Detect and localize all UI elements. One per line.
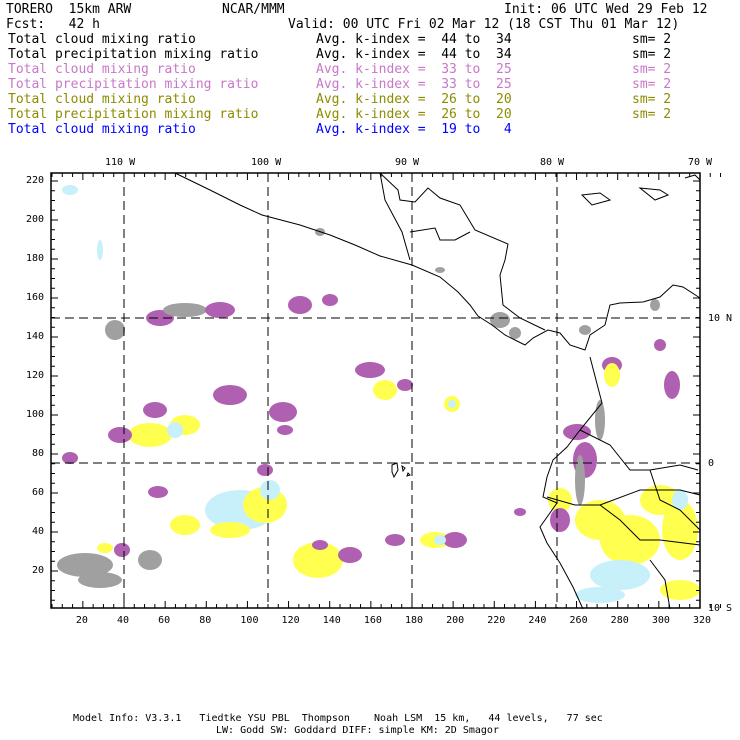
purple-cloud-blob xyxy=(205,302,235,318)
gray-cloud-blob xyxy=(138,550,162,570)
x-tick-label: 160 xyxy=(363,615,382,626)
gray-cloud-blob xyxy=(105,320,125,340)
y-tick-label: 140 xyxy=(26,331,45,342)
y-tick-label: 80 xyxy=(32,448,45,459)
yellow-cloud-blob xyxy=(604,363,620,387)
latitude-label: 0 xyxy=(708,458,715,469)
purple-cloud-blob xyxy=(563,424,591,440)
yellow-cloud-blob xyxy=(170,515,200,535)
x-tick-label: 120 xyxy=(281,615,300,626)
cyan-cloud-blob xyxy=(260,480,280,500)
gray-cloud-blob xyxy=(163,303,207,317)
yellow-cloud-blob xyxy=(97,543,113,553)
purple-cloud-blob xyxy=(143,402,167,418)
x-tick-label: 100 xyxy=(240,615,259,626)
longitude-label: 90 W xyxy=(395,157,420,168)
purple-cloud-blob xyxy=(550,508,570,532)
latitude-label: 10 N xyxy=(708,313,733,324)
y-tick-label: 200 xyxy=(26,214,45,225)
x-tick-label: 300 xyxy=(651,615,670,626)
latitude-label: 10 S xyxy=(708,603,733,614)
x-tick-label: 60 xyxy=(158,615,171,626)
purple-cloud-blob xyxy=(514,508,526,516)
x-tick-label: 260 xyxy=(569,615,588,626)
gray-cloud-blob xyxy=(579,325,591,335)
gray-cloud-blob xyxy=(650,299,660,311)
caribbean-islands xyxy=(580,174,701,206)
purple-cloud-blob xyxy=(312,540,328,550)
gray-cloud-blob xyxy=(78,572,122,588)
cyan-cloud-blob xyxy=(575,587,625,603)
x-tick-label: 320 xyxy=(692,615,712,626)
x-tick-label: 200 xyxy=(446,615,465,626)
purple-cloud-blob xyxy=(397,379,413,391)
y-tick-label: 20 xyxy=(32,565,45,576)
purple-cloud-blob xyxy=(322,294,338,306)
yellow-cloud-blob xyxy=(210,522,250,538)
gray-cloud-blob xyxy=(435,267,445,273)
model-info-line2: LW: Godd SW: Goddard DIFF: simple KM: 2D… xyxy=(216,725,499,736)
cyan-cloud-blob xyxy=(167,422,183,438)
purple-cloud-blob xyxy=(213,385,247,405)
x-tick-label: 80 xyxy=(199,615,212,626)
purple-cloud-blob xyxy=(385,534,405,546)
purple-cloud-blob xyxy=(114,543,130,557)
gray-cloud-blob xyxy=(509,327,521,339)
y-tick-label: 40 xyxy=(32,526,45,537)
x-tick-label: 240 xyxy=(528,615,547,626)
y-tick-label: 100 xyxy=(26,409,45,420)
purple-cloud-blob xyxy=(338,547,362,563)
x-tick-label: 40 xyxy=(117,615,130,626)
y-tick-label: 160 xyxy=(26,292,45,303)
galapagos-islands xyxy=(391,462,411,479)
purple-cloud-blob xyxy=(277,425,293,435)
cloud-fields xyxy=(57,185,700,603)
longitude-label: 100 W xyxy=(251,157,282,168)
purple-cloud-blob xyxy=(288,296,312,314)
purple-cloud-blob xyxy=(269,402,297,422)
mexico-central-america-coast xyxy=(174,172,701,351)
purple-cloud-blob xyxy=(654,339,666,351)
longitude-label: 110 W xyxy=(105,157,136,168)
map-plot xyxy=(50,172,722,610)
central-america-north-coast xyxy=(379,172,546,331)
cyan-cloud-blob xyxy=(448,400,456,408)
cyan-cloud-blob xyxy=(590,560,650,590)
purple-cloud-blob xyxy=(355,362,385,378)
purple-cloud-blob xyxy=(62,452,78,464)
yellow-cloud-blob xyxy=(128,423,172,447)
x-tick-label: 140 xyxy=(322,615,341,626)
purple-cloud-blob xyxy=(108,427,132,443)
cyan-cloud-blob xyxy=(62,185,78,195)
x-tick-label: 280 xyxy=(610,615,629,626)
y-tick-label: 60 xyxy=(32,487,45,498)
cyan-cloud-blob xyxy=(434,535,446,545)
longitude-label: 80 W xyxy=(540,157,565,168)
purple-cloud-blob xyxy=(443,532,467,548)
x-tick-label: 220 xyxy=(487,615,506,626)
x-tick-label: 180 xyxy=(404,615,424,626)
purple-cloud-blob xyxy=(148,486,168,498)
y-tick-label: 180 xyxy=(26,253,45,264)
y-tick-label: 120 xyxy=(26,370,45,381)
cyan-cloud-blob xyxy=(97,240,103,260)
weather-plot: TORERO 15km ARW NCAR/MMM Init: 06 UTC We… xyxy=(0,0,740,740)
yellow-cloud-blob xyxy=(373,380,397,400)
longitude-label: 70 W xyxy=(688,157,713,168)
purple-cloud-blob xyxy=(257,464,273,476)
purple-cloud-blob xyxy=(664,371,680,399)
x-tick-label: 20 xyxy=(75,615,88,626)
y-tick-label: 220 xyxy=(26,175,45,186)
